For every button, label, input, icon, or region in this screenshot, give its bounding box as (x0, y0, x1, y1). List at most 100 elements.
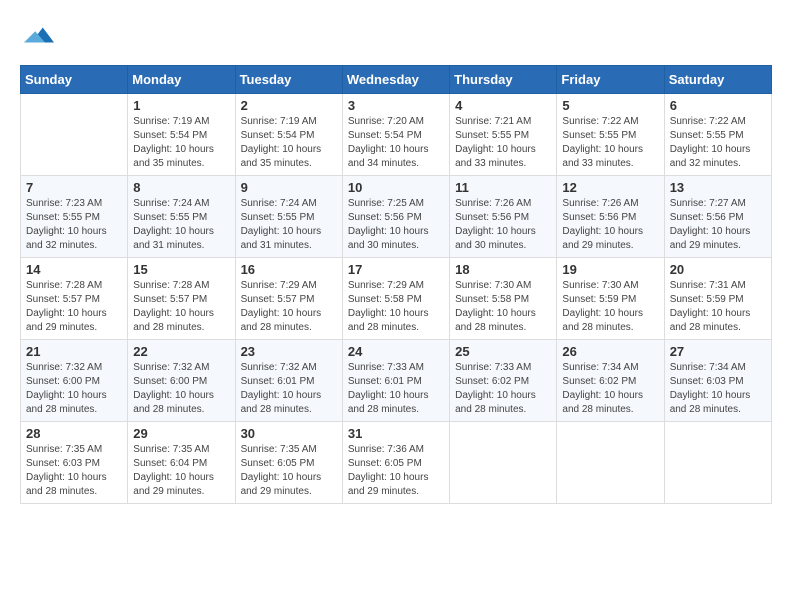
calendar-day-cell: 23 Sunrise: 7:32 AMSunset: 6:01 PMDayligh… (235, 340, 342, 422)
day-info: Sunrise: 7:35 AMSunset: 6:04 PMDaylight:… (133, 443, 229, 499)
day-info: Sunrise: 7:22 AMSunset: 5:55 PMDaylight:… (562, 115, 658, 171)
day-info: Sunrise: 7:20 AMSunset: 5:54 PMDaylight:… (348, 115, 444, 171)
calendar-day-cell: 24 Sunrise: 7:33 AMSunset: 6:01 PMDayligh… (342, 340, 449, 422)
day-info: Sunrise: 7:33 AMSunset: 6:02 PMDaylight:… (455, 361, 551, 417)
calendar-day-cell: 10 Sunrise: 7:25 AMSunset: 5:56 PMDayligh… (342, 176, 449, 258)
calendar-day-cell: 11 Sunrise: 7:26 AMSunset: 5:56 PMDayligh… (450, 176, 557, 258)
day-number: 12 (562, 180, 658, 195)
day-info: Sunrise: 7:32 AMSunset: 6:00 PMDaylight:… (26, 361, 122, 417)
day-number: 4 (455, 98, 551, 113)
calendar-day-cell: 30Sunrise: 7:35 AMSunset: 6:05 PMDayligh… (235, 422, 342, 504)
day-info: Sunrise: 7:26 AMSunset: 5:56 PMDaylight:… (455, 197, 551, 253)
calendar-day-cell: 13Sunrise: 7:27 AMSunset: 5:56 PMDayligh… (664, 176, 771, 258)
day-info: Sunrise: 7:34 AMSunset: 6:03 PMDaylight:… (670, 361, 766, 417)
day-number: 14 (26, 262, 122, 277)
day-number: 3 (348, 98, 444, 113)
logo-icon (24, 20, 54, 50)
calendar-day-cell: 1Sunrise: 7:19 AMSunset: 5:54 PMDaylight… (128, 94, 235, 176)
day-number: 25 (455, 344, 551, 359)
calendar-week-row: 1Sunrise: 7:19 AMSunset: 5:54 PMDaylight… (21, 94, 772, 176)
calendar-day-cell: 18 Sunrise: 7:30 AMSunset: 5:58 PMDayligh… (450, 258, 557, 340)
weekday-header: Monday (128, 66, 235, 94)
calendar-day-cell: 14 Sunrise: 7:28 AMSunset: 5:57 PMDayligh… (21, 258, 128, 340)
day-number: 31 (348, 426, 444, 441)
day-info: Sunrise: 7:25 AMSunset: 5:56 PMDaylight:… (348, 197, 444, 253)
day-number: 30 (241, 426, 337, 441)
day-number: 15 (133, 262, 229, 277)
day-info: Sunrise: 7:28 AMSunset: 5:57 PMDaylight:… (133, 279, 229, 335)
weekday-header: Thursday (450, 66, 557, 94)
calendar-day-cell: 2Sunrise: 7:19 AMSunset: 5:54 PMDaylight… (235, 94, 342, 176)
day-number: 28 (26, 426, 122, 441)
day-info: Sunrise: 7:32 AMSunset: 6:01 PMDaylight:… (241, 361, 337, 417)
calendar-day-cell: 21 Sunrise: 7:32 AMSunset: 6:00 PMDayligh… (21, 340, 128, 422)
day-info: Sunrise: 7:36 AMSunset: 6:05 PMDaylight:… (348, 443, 444, 499)
calendar-week-row: 7Sunrise: 7:23 AMSunset: 5:55 PMDaylight… (21, 176, 772, 258)
day-number: 10 (348, 180, 444, 195)
calendar-day-cell: 15 Sunrise: 7:28 AMSunset: 5:57 PMDayligh… (128, 258, 235, 340)
calendar-day-cell: 9 Sunrise: 7:24 AMSunset: 5:55 PMDaylight… (235, 176, 342, 258)
calendar-day-cell (21, 94, 128, 176)
day-info: Sunrise: 7:30 AMSunset: 5:59 PMDaylight:… (562, 279, 658, 335)
calendar-day-cell: 19Sunrise: 7:30 AMSunset: 5:59 PMDayligh… (557, 258, 664, 340)
day-info: Sunrise: 7:33 AMSunset: 6:01 PMDaylight:… (348, 361, 444, 417)
calendar-day-cell: 3 Sunrise: 7:20 AMSunset: 5:54 PMDaylight… (342, 94, 449, 176)
day-info: Sunrise: 7:24 AMSunset: 5:55 PMDaylight:… (133, 197, 229, 253)
calendar-week-row: 21 Sunrise: 7:32 AMSunset: 6:00 PMDayligh… (21, 340, 772, 422)
calendar-day-cell: 8 Sunrise: 7:24 AMSunset: 5:55 PMDaylight… (128, 176, 235, 258)
day-info: Sunrise: 7:23 AMSunset: 5:55 PMDaylight:… (26, 197, 122, 253)
day-info: Sunrise: 7:19 AMSunset: 5:54 PMDaylight:… (133, 115, 229, 171)
day-number: 8 (133, 180, 229, 195)
day-number: 17 (348, 262, 444, 277)
day-number: 5 (562, 98, 658, 113)
day-info: Sunrise: 7:30 AMSunset: 5:58 PMDaylight:… (455, 279, 551, 335)
calendar-day-cell: 31 Sunrise: 7:36 AMSunset: 6:05 PMDayligh… (342, 422, 449, 504)
calendar-day-cell: 5 Sunrise: 7:22 AMSunset: 5:55 PMDaylight… (557, 94, 664, 176)
day-info: Sunrise: 7:32 AMSunset: 6:00 PMDaylight:… (133, 361, 229, 417)
calendar-day-cell: 6 Sunrise: 7:22 AMSunset: 5:55 PMDaylight… (664, 94, 771, 176)
day-number: 16 (241, 262, 337, 277)
logo (20, 20, 54, 55)
calendar-day-cell: 20 Sunrise: 7:31 AMSunset: 5:59 PMDayligh… (664, 258, 771, 340)
calendar-day-cell: 25 Sunrise: 7:33 AMSunset: 6:02 PMDayligh… (450, 340, 557, 422)
weekday-header: Friday (557, 66, 664, 94)
day-info: Sunrise: 7:22 AMSunset: 5:55 PMDaylight:… (670, 115, 766, 171)
day-number: 18 (455, 262, 551, 277)
calendar-day-cell: 4Sunrise: 7:21 AMSunset: 5:55 PMDaylight… (450, 94, 557, 176)
day-info: Sunrise: 7:34 AMSunset: 6:02 PMDaylight:… (562, 361, 658, 417)
page-header (20, 20, 772, 55)
day-number: 24 (348, 344, 444, 359)
calendar-table: SundayMondayTuesdayWednesdayThursdayFrid… (20, 65, 772, 504)
day-number: 23 (241, 344, 337, 359)
calendar-day-cell: 22 Sunrise: 7:32 AMSunset: 6:00 PMDayligh… (128, 340, 235, 422)
calendar-day-cell (557, 422, 664, 504)
day-info: Sunrise: 7:29 AMSunset: 5:57 PMDaylight:… (241, 279, 337, 335)
day-number: 29 (133, 426, 229, 441)
day-info: Sunrise: 7:31 AMSunset: 5:59 PMDaylight:… (670, 279, 766, 335)
day-info: Sunrise: 7:28 AMSunset: 5:57 PMDaylight:… (26, 279, 122, 335)
day-number: 21 (26, 344, 122, 359)
day-info: Sunrise: 7:19 AMSunset: 5:54 PMDaylight:… (241, 115, 337, 171)
weekday-header: Saturday (664, 66, 771, 94)
calendar-day-cell: 26 Sunrise: 7:34 AMSunset: 6:02 PMDayligh… (557, 340, 664, 422)
calendar-day-cell: 27 Sunrise: 7:34 AMSunset: 6:03 PMDayligh… (664, 340, 771, 422)
day-info: Sunrise: 7:29 AMSunset: 5:58 PMDaylight:… (348, 279, 444, 335)
day-number: 11 (455, 180, 551, 195)
day-number: 9 (241, 180, 337, 195)
calendar-day-cell: 28 Sunrise: 7:35 AMSunset: 6:03 PMDayligh… (21, 422, 128, 504)
calendar-day-cell: 16 Sunrise: 7:29 AMSunset: 5:57 PMDayligh… (235, 258, 342, 340)
weekday-header: Wednesday (342, 66, 449, 94)
day-number: 26 (562, 344, 658, 359)
day-info: Sunrise: 7:26 AMSunset: 5:56 PMDaylight:… (562, 197, 658, 253)
day-number: 6 (670, 98, 766, 113)
calendar-day-cell (664, 422, 771, 504)
calendar-day-cell: 12 Sunrise: 7:26 AMSunset: 5:56 PMDayligh… (557, 176, 664, 258)
day-number: 27 (670, 344, 766, 359)
day-info: Sunrise: 7:24 AMSunset: 5:55 PMDaylight:… (241, 197, 337, 253)
weekday-header: Tuesday (235, 66, 342, 94)
calendar-day-cell: 29 Sunrise: 7:35 AMSunset: 6:04 PMDayligh… (128, 422, 235, 504)
day-info: Sunrise: 7:35 AMSunset: 6:03 PMDaylight:… (26, 443, 122, 499)
day-number: 20 (670, 262, 766, 277)
day-info: Sunrise: 7:27 AMSunset: 5:56 PMDaylight:… (670, 197, 766, 253)
day-number: 22 (133, 344, 229, 359)
